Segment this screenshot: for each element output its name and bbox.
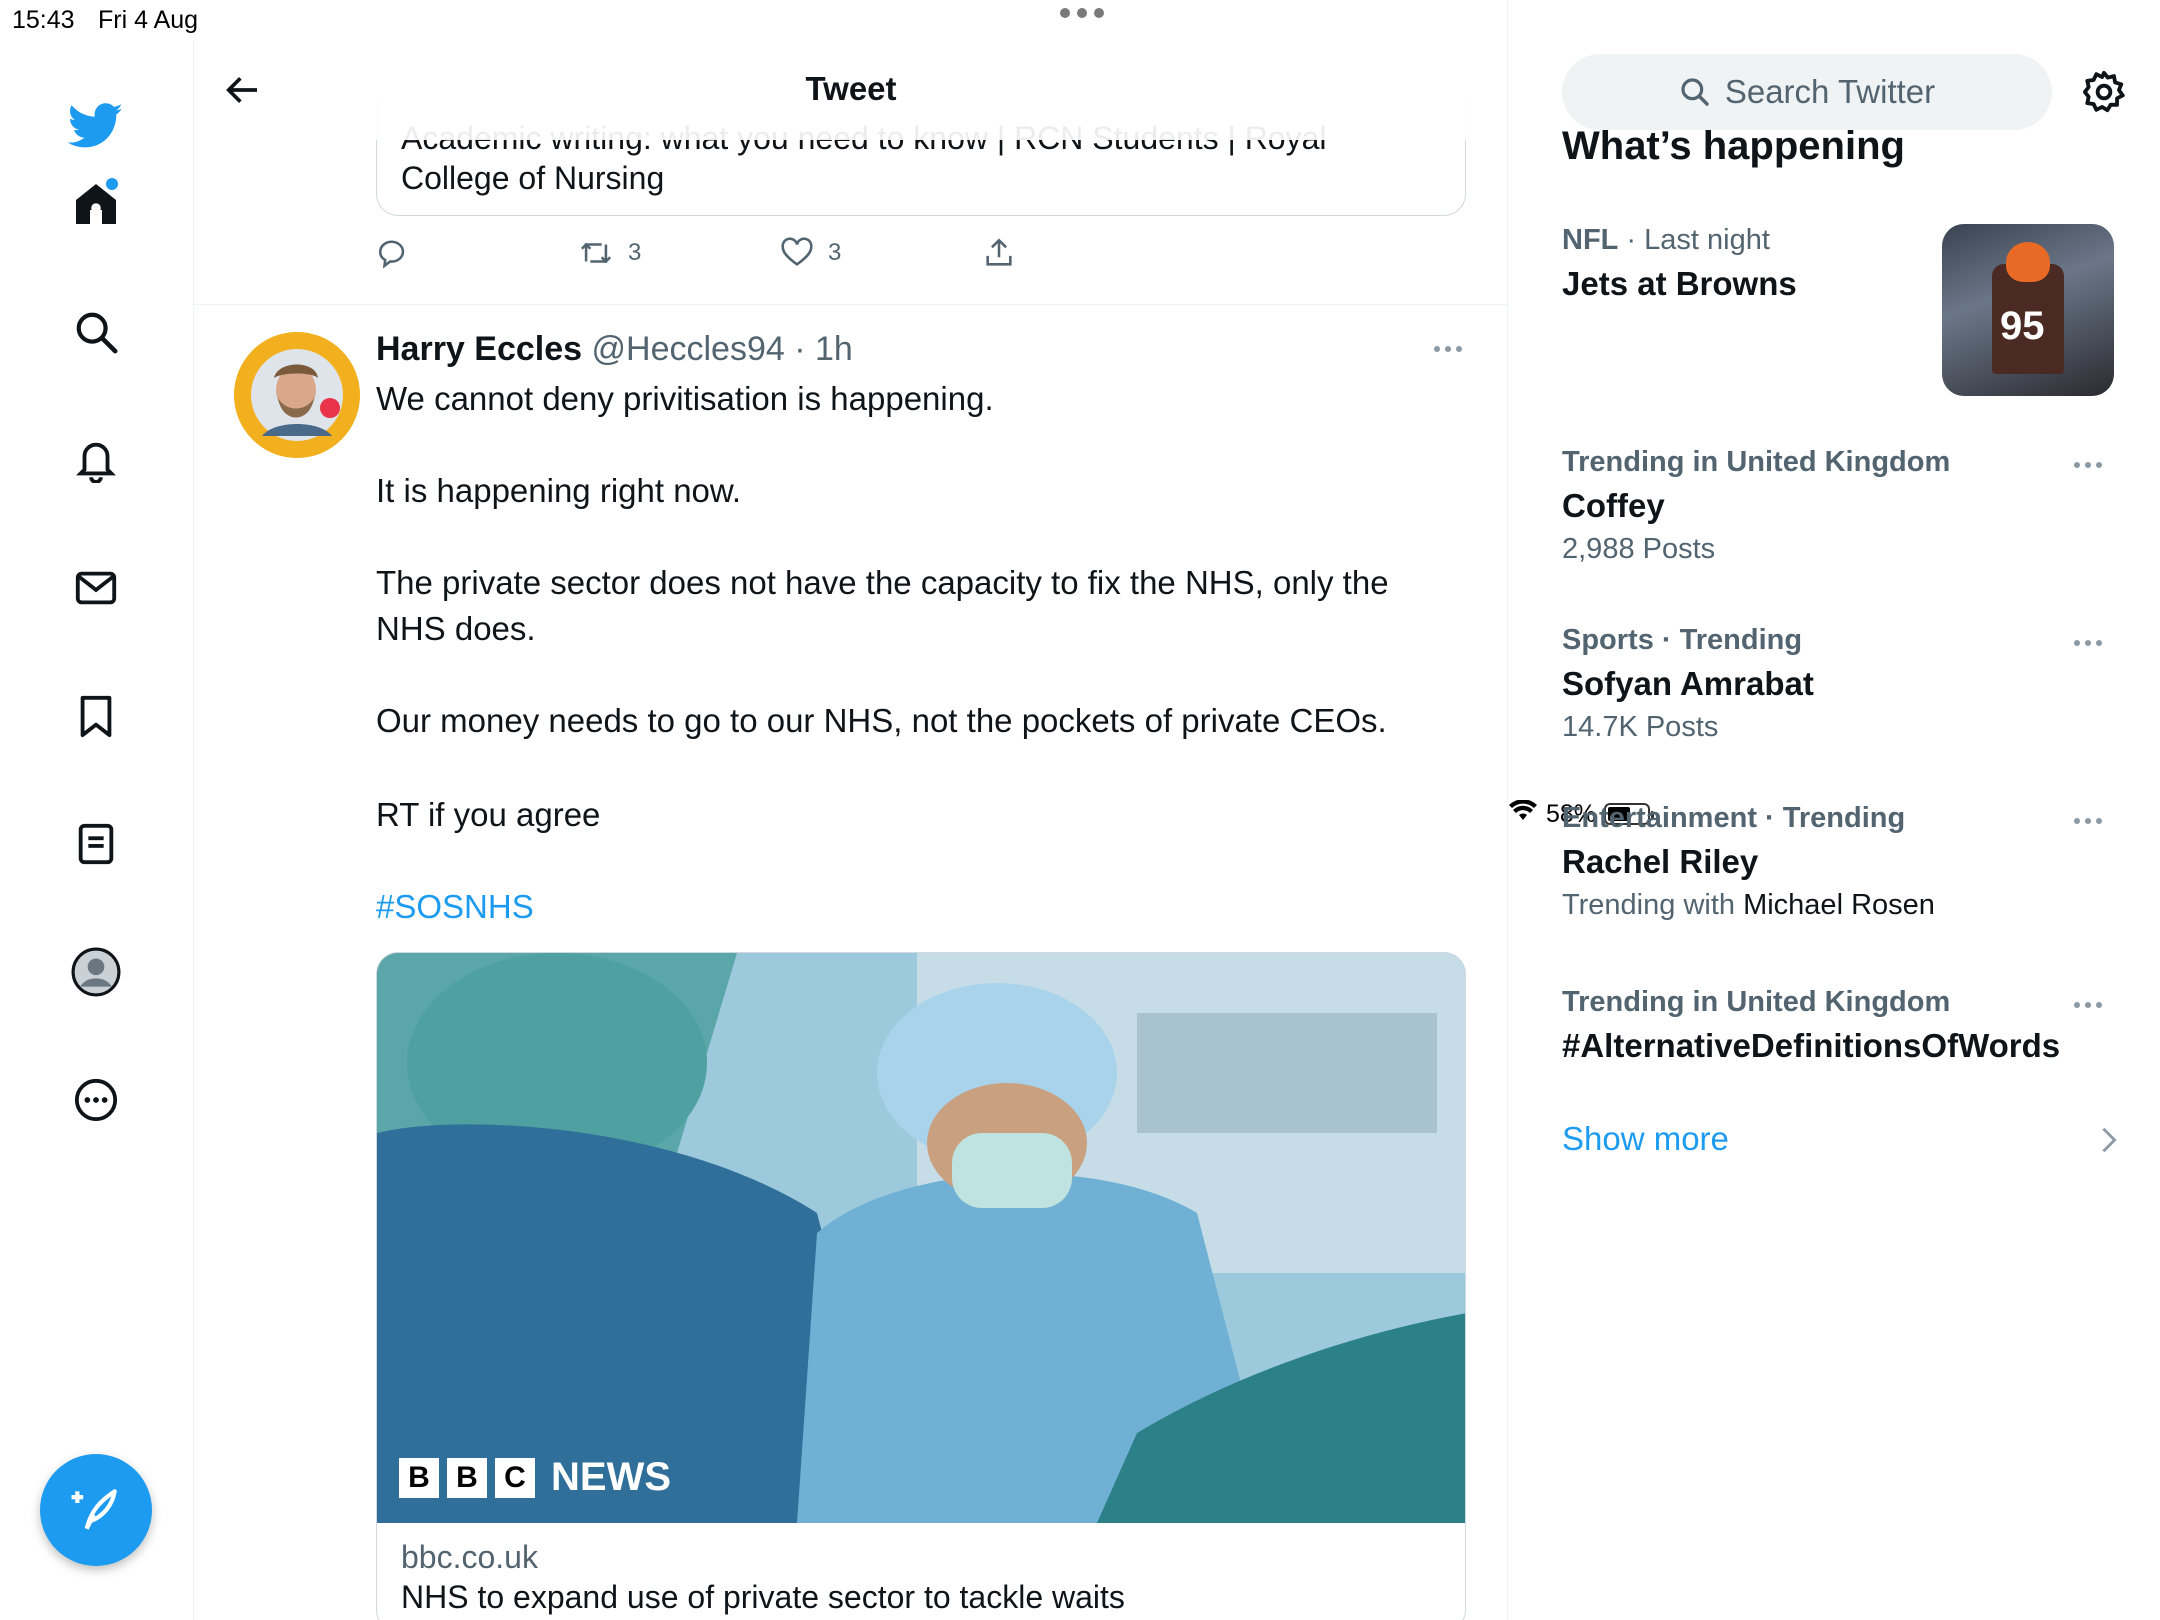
- jersey-number: 95: [2000, 304, 2045, 348]
- tweet-text-line: NHS does.: [376, 610, 536, 647]
- retweet-icon: [580, 242, 612, 264]
- tweet-text-line: Our money needs to go to our NHS, not th…: [376, 702, 1387, 739]
- heart-icon: [781, 237, 813, 266]
- reply-icon: [378, 240, 405, 269]
- compose-tweet-button[interactable]: [40, 1454, 152, 1566]
- home-notification-dot: [106, 178, 118, 190]
- trend-post-count: 14.7K Posts: [1562, 711, 1719, 743]
- trend-title: Rachel Riley: [1562, 843, 1759, 880]
- bbc-logo-letter: B: [447, 1457, 487, 1498]
- player-helmet: [2006, 242, 2050, 282]
- bbc-logo-news: NEWS: [551, 1455, 671, 1499]
- bbc-logo-letter: C: [495, 1457, 535, 1498]
- author-handle[interactable]: @Heccles94: [592, 330, 785, 368]
- share-icon: [986, 238, 1012, 266]
- nfl-trend-image[interactable]: 95: [1942, 224, 2114, 396]
- trend-title: Sofyan Amrabat: [1562, 665, 1814, 702]
- trend-context: NFL: [1562, 224, 1619, 256]
- trend-context: Entertainment · Trending: [1562, 802, 1906, 834]
- trend-more-icon[interactable]: [2074, 818, 2102, 824]
- tweet-author-line: Harry Eccles @Heccles94 · 1h: [376, 330, 853, 369]
- messages-envelope-icon[interactable]: [60, 552, 132, 624]
- compose-feather-icon: [71, 1489, 117, 1530]
- tweet-more-options-icon[interactable]: [1434, 346, 1462, 352]
- trend-more-icon[interactable]: [2074, 1002, 2102, 1008]
- trend-context: Trending in United Kingdom: [1562, 446, 1951, 478]
- show-more-link[interactable]: Show more: [1562, 1120, 1729, 1158]
- trend-context: Sports · Trending: [1562, 624, 1803, 656]
- trend-context: Trending in United Kingdom: [1562, 986, 1951, 1018]
- search-nav-icon[interactable]: [60, 296, 132, 368]
- retweet-button[interactable]: 3: [578, 236, 641, 270]
- trend-context-time: · Last night: [1618, 224, 1770, 256]
- previous-card-title-line2: College of Nursing: [401, 160, 665, 196]
- share-button[interactable]: [982, 236, 1016, 270]
- tweet-detail-column: Tweet Academic writing: what you need to…: [194, 0, 1508, 1620]
- trend-more-icon[interactable]: [2074, 462, 2102, 468]
- news-link-card[interactable]: B B C NEWS bbc.co.uk NHS to expand use o…: [376, 952, 1466, 1620]
- previous-tweet-actions: 3 3: [376, 236, 1466, 276]
- tweet-text-line: It is happening right now.: [376, 472, 742, 509]
- like-count: 3: [828, 239, 842, 266]
- trend-item-riley[interactable]: Entertainment · Trending Rachel Riley Tr…: [1562, 802, 2122, 922]
- left-navigation: [0, 40, 194, 1620]
- search-icon: [1681, 78, 1709, 106]
- trend-item-alternative-definitions[interactable]: Trending in United Kingdom #AlternativeD…: [1562, 986, 2122, 1065]
- status-date: Fri 4 Aug: [98, 6, 199, 34]
- home-icon[interactable]: [60, 168, 132, 240]
- trend-title: Coffey: [1562, 487, 1665, 524]
- tweet-header-bar: Tweet: [194, 40, 1507, 140]
- trend-item-amrabat[interactable]: Sports · Trending Sofyan Amrabat 14.7K P…: [1562, 624, 2122, 744]
- bbc-logo-letter: B: [399, 1457, 439, 1498]
- author-name[interactable]: Harry Eccles: [376, 330, 582, 368]
- right-sidebar: Search Twitter What’s happening NFL · La…: [1508, 0, 2160, 1620]
- more-options-icon[interactable]: [60, 1064, 132, 1136]
- trend-sub-prefix: Trending with: [1562, 889, 1744, 921]
- tweet-time[interactable]: · 1h: [794, 330, 853, 368]
- reply-button[interactable]: [376, 236, 410, 270]
- whats-happening-title: What’s happening: [1562, 124, 1905, 168]
- settings-gear-icon[interactable]: [2078, 66, 2130, 118]
- tweet-text-line: RT if you agree: [376, 796, 601, 833]
- status-time: 15:43: [12, 6, 75, 34]
- lists-icon[interactable]: [60, 808, 132, 880]
- author-avatar[interactable]: [234, 332, 360, 458]
- link-card-headline: NHS to expand use of private sector to t…: [401, 1579, 1125, 1615]
- notifications-bell-icon[interactable]: [60, 424, 132, 496]
- trend-post-count: 2,988 Posts: [1562, 533, 1716, 565]
- bookmark-icon[interactable]: [60, 680, 132, 752]
- link-card-domain: bbc.co.uk: [401, 1539, 538, 1575]
- tweet-text-line: We cannot deny privitisation is happenin…: [376, 380, 994, 417]
- trend-related-name: Michael Rosen: [1743, 889, 1935, 921]
- page-title: Tweet: [805, 70, 897, 107]
- search-placeholder: Search Twitter: [1724, 73, 1936, 110]
- like-button[interactable]: 3: [780, 236, 841, 270]
- retweet-count: 3: [628, 239, 642, 266]
- profile-avatar-icon[interactable]: [60, 936, 132, 1008]
- chevron-right-icon: [2100, 1126, 2118, 1159]
- surgery-photo: B B C NEWS: [377, 953, 1465, 1523]
- tweet-hashtag-link[interactable]: #SOSNHS: [376, 888, 534, 926]
- tweet-text-line: The private sector does not have the cap…: [376, 564, 1389, 601]
- trend-more-icon[interactable]: [2074, 640, 2102, 646]
- search-input[interactable]: Search Twitter: [1562, 54, 2052, 130]
- trend-item-coffey[interactable]: Trending in United Kingdom Coffey 2,988 …: [1562, 446, 2122, 566]
- twitter-logo-icon[interactable]: [60, 90, 132, 162]
- tweet-divider: [194, 304, 1507, 305]
- trend-title: #AlternativeDefinitionsOfWords: [1562, 1027, 2061, 1064]
- bbc-news-logo: B B C NEWS: [399, 1455, 671, 1500]
